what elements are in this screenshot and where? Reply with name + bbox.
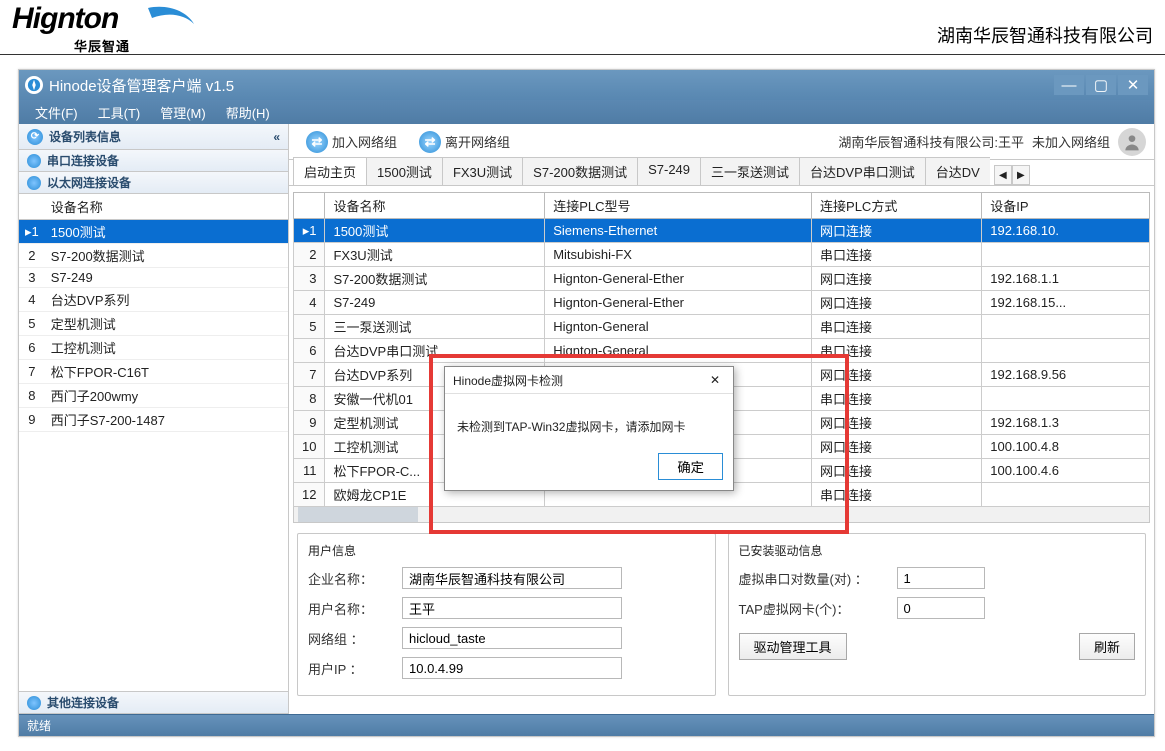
toolbar: ⇄ 加入网络组 ⇄ 离开网络组 湖南华辰智通科技有限公司:王平 未加入网络组	[289, 124, 1154, 160]
col-name[interactable]: 设备名称	[325, 193, 545, 219]
section-ethernet-label: 以太网连接设备	[47, 174, 131, 191]
section-other[interactable]: 其他连接设备	[19, 692, 288, 714]
col-plc[interactable]: 连接PLC型号	[545, 193, 812, 219]
ethernet-icon	[27, 176, 41, 190]
table-row[interactable]: ▸11500测试Siemens-Ethernet网口连接192.168.10.	[294, 219, 1150, 243]
sidebar-row[interactable]: 8西门子200wmy	[19, 384, 288, 408]
toolbar-user-info: 湖南华辰智通科技有限公司:王平	[838, 132, 1024, 151]
section-serial-label: 串口连接设备	[47, 152, 119, 169]
window-title: Hinode设备管理客户端 v1.5	[49, 75, 234, 96]
toolbar-group-state: 未加入网络组	[1032, 132, 1110, 151]
logo: Hignton 华辰智通	[12, 4, 192, 48]
section-ethernet[interactable]: 以太网连接设备	[19, 172, 288, 194]
sidebar-row[interactable]: 5定型机测试	[19, 312, 288, 336]
doc-header: Hignton 华辰智通 湖南华辰智通科技有限公司	[0, 0, 1165, 55]
other-icon	[27, 696, 41, 710]
sidebar-header-label: 设备列表信息	[49, 128, 121, 145]
driver-info-panel: 已安装驱动信息 虚拟串口对数量(对) ： TAP虚拟网卡(个)： 驱动管理工具 …	[728, 533, 1147, 696]
avatar-icon[interactable]	[1118, 128, 1146, 156]
tab[interactable]: S7-249	[637, 157, 701, 185]
userip-field[interactable]	[402, 657, 622, 679]
user-info-title: 用户信息	[308, 544, 356, 558]
maximize-button[interactable]: ▢	[1086, 75, 1116, 95]
sidebar-row[interactable]: 9西门子S7-200-1487	[19, 408, 288, 432]
tab[interactable]: 启动主页	[293, 157, 367, 185]
sidebar-row[interactable]: 3S7-249	[19, 268, 288, 288]
tab[interactable]: 三一泵送测试	[700, 157, 800, 185]
logo-swoosh	[146, 4, 196, 40]
menu-file[interactable]: 文件(F)	[25, 103, 88, 122]
tab-next-button[interactable]: ▶	[1012, 165, 1030, 185]
statusbar: 就绪	[19, 714, 1154, 736]
menubar: 文件(F) 工具(T) 管理(M) 帮助(H)	[19, 100, 1154, 124]
leave-group-button[interactable]: ⇄ 离开网络组	[410, 127, 519, 157]
company-label: 企业名称：	[308, 569, 394, 588]
dialog-message: 未检测到TAP-Win32虚拟网卡，请添加网卡	[445, 394, 733, 445]
table-row[interactable]: 6台达DVP串口测试Hignton-General串口连接	[294, 339, 1150, 363]
menu-help[interactable]: 帮助(H)	[216, 103, 280, 122]
company-name: 湖南华辰智通科技有限公司	[937, 22, 1153, 48]
table-row[interactable]: 3S7-200数据测试Hignton-General-Ether网口连接192.…	[294, 267, 1150, 291]
sidebar-header[interactable]: ⟳ 设备列表信息 «	[19, 124, 288, 150]
menu-tools[interactable]: 工具(T)	[88, 103, 151, 122]
tab[interactable]: S7-200数据测试	[522, 157, 638, 185]
tap-field[interactable]	[897, 597, 985, 619]
table-row[interactable]: 2FX3U测试Mitsubishi-FX串口连接	[294, 243, 1150, 267]
app-icon	[25, 76, 43, 94]
main-area: ⇄ 加入网络组 ⇄ 离开网络组 湖南华辰智通科技有限公司:王平 未加入网络组 启…	[289, 124, 1154, 714]
dialog-close-button[interactable]: ✕	[705, 371, 725, 389]
refresh-icon: ⟳	[27, 129, 43, 145]
sidebar-row[interactable]: 6工控机测试	[19, 336, 288, 360]
sidebar-device-list: 设备名称 ▸11500测试2S7-200数据测试3S7-2494台达DVP系列5…	[19, 194, 288, 692]
status-text: 就绪	[27, 717, 51, 734]
driver-refresh-button[interactable]: 刷新	[1079, 633, 1135, 660]
leave-icon: ⇄	[419, 131, 441, 153]
h-scrollbar[interactable]	[293, 507, 1150, 523]
username-label: 用户名称：	[308, 599, 394, 618]
app-window: Hinode设备管理客户端 v1.5 — ▢ ✕ 文件(F) 工具(T) 管理(…	[18, 69, 1155, 737]
sidebar-row[interactable]: 2S7-200数据测试	[19, 244, 288, 268]
pair-label: 虚拟串口对数量(对) ：	[739, 569, 889, 588]
tab[interactable]: FX3U测试	[442, 157, 523, 185]
sidebar-row[interactable]: 7松下FPOR-C16T	[19, 360, 288, 384]
table-row[interactable]: 4S7-249Hignton-General-Ether网口连接192.168.…	[294, 291, 1150, 315]
company-field[interactable]	[402, 567, 622, 589]
table-row[interactable]: 5三一泵送测试Hignton-General串口连接	[294, 315, 1150, 339]
sidebar-row[interactable]: ▸11500测试	[19, 220, 288, 244]
menu-manage[interactable]: 管理(M)	[150, 103, 216, 122]
user-info-panel: 用户信息 企业名称： 用户名称： 网络组 ： 用户IP ：	[297, 533, 716, 696]
join-group-button[interactable]: ⇄ 加入网络组	[297, 127, 406, 157]
pair-field[interactable]	[897, 567, 985, 589]
minimize-button[interactable]: —	[1054, 75, 1084, 95]
titlebar: Hinode设备管理客户端 v1.5 — ▢ ✕	[19, 70, 1154, 100]
join-icon: ⇄	[306, 131, 328, 153]
dialog-title: Hinode虚拟网卡检测	[453, 372, 563, 389]
join-label: 加入网络组	[332, 132, 397, 151]
driver-info-title: 已安装驱动信息	[739, 544, 823, 558]
leave-label: 离开网络组	[445, 132, 510, 151]
dialog: Hinode虚拟网卡检测 ✕ 未检测到TAP-Win32虚拟网卡，请添加网卡 确…	[444, 366, 734, 491]
col-mode[interactable]: 连接PLC方式	[812, 193, 982, 219]
username-field[interactable]	[402, 597, 622, 619]
userip-label: 用户IP ：	[308, 659, 394, 678]
group-field[interactable]	[402, 627, 622, 649]
col-ip[interactable]: 设备IP	[982, 193, 1150, 219]
sidebar-col-name: 设备名称	[45, 194, 288, 220]
sidebar: ⟳ 设备列表信息 « 串口连接设备 以太网连接设备 设备名称 ▸11500测试2…	[19, 124, 289, 714]
collapse-icon[interactable]: «	[273, 130, 280, 144]
tab-bar: 启动主页1500测试FX3U测试S7-200数据测试S7-249三一泵送测试台达…	[289, 160, 1154, 186]
section-serial[interactable]: 串口连接设备	[19, 150, 288, 172]
close-button[interactable]: ✕	[1118, 75, 1148, 95]
section-other-label: 其他连接设备	[47, 694, 119, 711]
serial-icon	[27, 154, 41, 168]
sidebar-row[interactable]: 4台达DVP系列	[19, 288, 288, 312]
tab[interactable]: 1500测试	[366, 157, 443, 185]
tab-prev-button[interactable]: ◀	[994, 165, 1012, 185]
tab[interactable]: 台达DVP串口测试	[799, 157, 926, 185]
group-label: 网络组 ：	[308, 629, 394, 648]
driver-manage-button[interactable]: 驱动管理工具	[739, 633, 847, 660]
tab[interactable]: 台达DV	[925, 157, 990, 185]
tap-label: TAP虚拟网卡(个)：	[739, 599, 889, 618]
dialog-ok-button[interactable]: 确定	[658, 453, 723, 480]
